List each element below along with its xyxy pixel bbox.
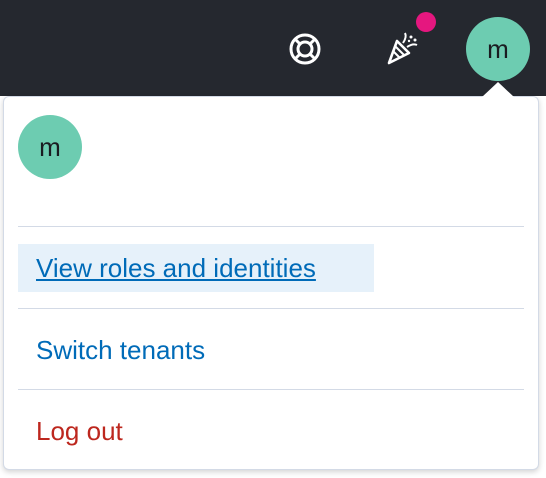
news-feed-button[interactable] (380, 26, 424, 70)
avatar-initial: m (39, 131, 61, 162)
view-roles-label: View roles and identities (36, 252, 316, 283)
log-out-link[interactable]: Log out (18, 407, 218, 455)
help-button[interactable] (284, 28, 326, 70)
popover-arrow (482, 82, 514, 97)
avatar-initial: m (487, 33, 509, 64)
switch-tenants-label: Switch tenants (36, 334, 206, 365)
avatar: m (18, 115, 82, 179)
divider (18, 389, 524, 390)
divider (18, 308, 524, 309)
user-avatar-button[interactable]: m (466, 17, 530, 81)
switch-tenants-link[interactable]: Switch tenants (18, 326, 338, 374)
divider (18, 226, 524, 227)
lifebuoy-icon (289, 33, 321, 65)
top-navigation-bar: m (0, 0, 546, 96)
party-popper-icon (387, 32, 418, 65)
notification-dot (416, 12, 436, 32)
view-roles-link[interactable]: View roles and identities (18, 244, 374, 292)
log-out-label: Log out (36, 415, 123, 446)
